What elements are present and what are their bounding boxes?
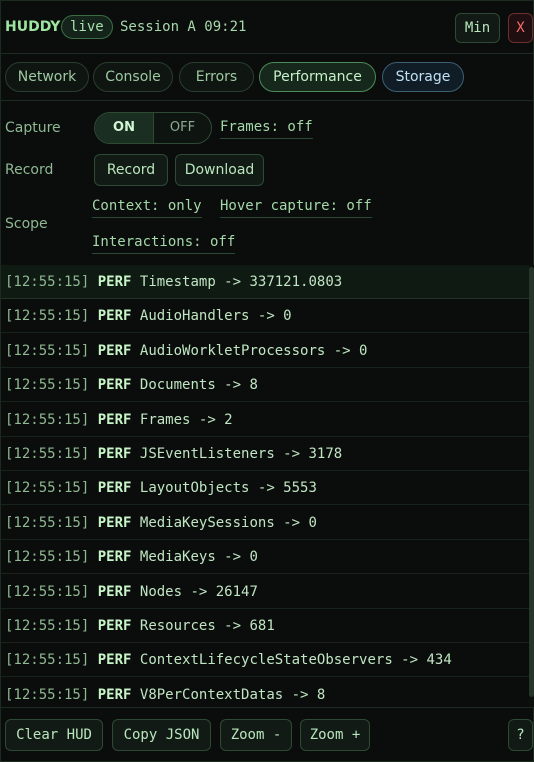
log-row: [12:55:15] PERF Timestamp -> 337121.0803 xyxy=(1,265,529,299)
log-timestamp: [12:55:15] xyxy=(5,446,90,462)
capture-on-option[interactable]: ON xyxy=(95,113,154,143)
log-level: PERF xyxy=(97,514,132,531)
zoom-in-button[interactable]: Zoom + xyxy=(300,719,370,751)
log-timestamp: [12:55:15] xyxy=(5,583,90,600)
log-timestamp: [12:55:15] xyxy=(5,618,90,634)
context-scope-link[interactable]: Context: only xyxy=(92,198,202,218)
capture-toggle[interactable]: ON OFF xyxy=(94,112,212,144)
session-label: Session A 09:21 xyxy=(120,19,247,35)
log-message: AudioHandlers -> 0 xyxy=(139,308,292,325)
log-level: PERF xyxy=(97,274,132,290)
log-row: [12:55:15] PERF ContextLifecycleStateObs… xyxy=(1,643,529,678)
tab-performance[interactable]: Performance xyxy=(259,62,376,92)
log-message: Resources -> 681 xyxy=(139,618,275,634)
log-level: PERF xyxy=(97,686,132,703)
log-timestamp: [12:55:15] xyxy=(5,377,90,394)
log-row: [12:55:15] PERF AudioWorkletProcessors -… xyxy=(1,334,529,368)
log-level: PERF xyxy=(97,549,132,566)
log-message: Frames -> 2 xyxy=(139,411,233,428)
record-button[interactable]: Record xyxy=(94,154,168,186)
scope-label: Scope xyxy=(5,216,48,232)
log-level: PERF xyxy=(97,652,132,669)
log-message: JSEventListeners -> 3178 xyxy=(139,446,343,462)
live-status-badge: live xyxy=(61,15,113,39)
log-message: ContextLifecycleStateObservers -> 434 xyxy=(139,652,452,669)
log-list[interactable]: [12:55:15] PERF Timestamp -> 337121.0803… xyxy=(1,265,529,707)
help-button[interactable]: ? xyxy=(508,719,533,751)
capture-label: Capture xyxy=(5,120,61,136)
log-level: PERF xyxy=(97,583,132,600)
log-row: [12:55:15] PERF MediaKeys -> 0 xyxy=(1,540,529,575)
log-level: PERF xyxy=(97,480,132,497)
log-row: [12:55:15] PERF LayoutObjects -> 5553 xyxy=(1,471,529,506)
log-message: AudioWorkletProcessors -> 0 xyxy=(139,342,368,359)
log-row: [12:55:15] PERF Resources -> 681 xyxy=(1,609,529,643)
minimize-button[interactable]: Min xyxy=(455,13,500,43)
log-row: [12:55:15] PERF MediaKeySessions -> 0 xyxy=(1,506,529,540)
controls-panel: Capture ON OFF Frames: off Record Record… xyxy=(1,101,533,266)
tab-errors[interactable]: Errors xyxy=(179,62,254,92)
footer-bar: Clear HUD Copy JSON Zoom - Zoom + ? xyxy=(1,707,533,762)
tab-bar: Network Console Errors Performance Stora… xyxy=(1,54,533,101)
copy-json-button[interactable]: Copy JSON xyxy=(112,719,211,751)
huddy-panel: HUDDY live Session A 09:21 Min X Network… xyxy=(0,0,534,762)
log-row: [12:55:15] PERF AudioHandlers -> 0 xyxy=(1,299,529,334)
header-bar: HUDDY live Session A 09:21 Min X xyxy=(1,1,533,54)
capture-off-option[interactable]: OFF xyxy=(154,113,211,143)
tab-network[interactable]: Network xyxy=(5,62,89,92)
log-timestamp: [12:55:15] xyxy=(5,514,90,531)
log-timestamp: [12:55:15] xyxy=(5,480,90,497)
brand-title: HUDDY xyxy=(5,19,61,35)
log-message: V8PerContextDatas -> 8 xyxy=(139,686,326,703)
log-level: PERF xyxy=(97,618,132,634)
log-message: Nodes -> 26147 xyxy=(139,583,258,600)
interactions-link[interactable]: Interactions: off xyxy=(92,234,236,254)
log-level: PERF xyxy=(97,308,132,325)
log-message: Timestamp -> 337121.0803 xyxy=(139,274,343,290)
log-row: [12:55:15] PERF Frames -> 2 xyxy=(1,403,529,437)
log-message: MediaKeys -> 0 xyxy=(139,549,258,566)
log-timestamp: [12:55:15] xyxy=(5,308,90,325)
log-message: MediaKeySessions -> 0 xyxy=(139,514,317,531)
hover-capture-link[interactable]: Hover capture: off xyxy=(220,198,372,218)
close-button[interactable]: X xyxy=(508,13,533,43)
log-scroll-thumb[interactable] xyxy=(529,267,534,697)
log-row: [12:55:15] PERF V8PerContextDatas -> 8 xyxy=(1,678,529,707)
log-level: PERF xyxy=(97,342,132,359)
zoom-out-button[interactable]: Zoom - xyxy=(220,719,292,751)
log-message: Documents -> 8 xyxy=(139,377,258,394)
log-level: PERF xyxy=(97,411,132,428)
log-scrollbar[interactable] xyxy=(529,265,534,707)
log-message: LayoutObjects -> 5553 xyxy=(139,480,317,497)
log-row: [12:55:15] PERF JSEventListeners -> 3178 xyxy=(1,437,529,471)
tab-console[interactable]: Console xyxy=(93,62,173,92)
log-timestamp: [12:55:15] xyxy=(5,549,90,566)
clear-hud-button[interactable]: Clear HUD xyxy=(5,719,103,751)
log-timestamp: [12:55:15] xyxy=(5,686,90,703)
log-level: PERF xyxy=(97,377,132,394)
log-level: PERF xyxy=(97,446,132,462)
log-row: [12:55:15] PERF Documents -> 8 xyxy=(1,368,529,403)
log-timestamp: [12:55:15] xyxy=(5,411,90,428)
log-timestamp: [12:55:15] xyxy=(5,342,90,359)
tab-storage[interactable]: Storage xyxy=(382,62,464,92)
log-timestamp: [12:55:15] xyxy=(5,652,90,669)
log-row: [12:55:15] PERF Nodes -> 26147 xyxy=(1,575,529,609)
frames-toggle-link[interactable]: Frames: off xyxy=(220,119,313,139)
download-button[interactable]: Download xyxy=(175,154,264,186)
log-timestamp: [12:55:15] xyxy=(5,274,90,290)
record-label: Record xyxy=(5,162,54,178)
